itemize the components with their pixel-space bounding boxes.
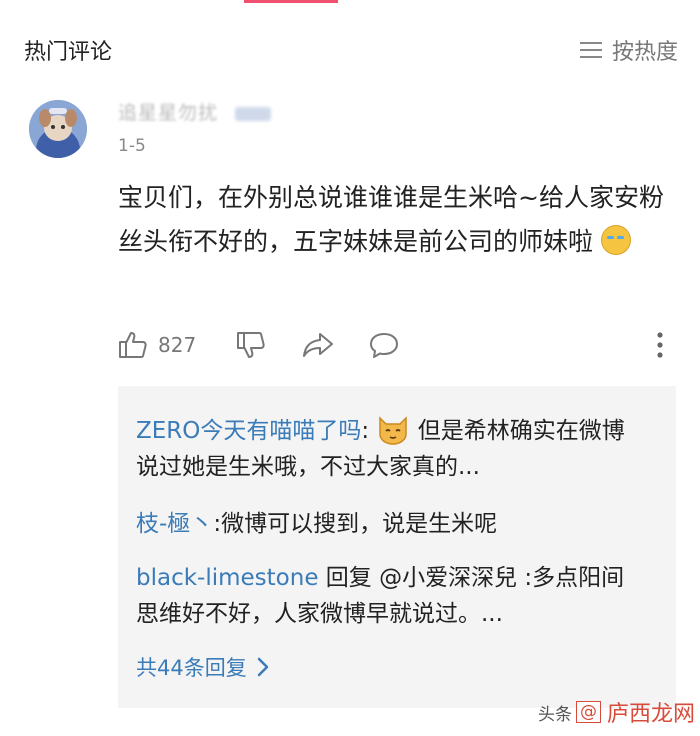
cat-emoji-icon bbox=[379, 416, 408, 445]
username[interactable]: 追星星勿扰 bbox=[118, 98, 272, 125]
level-badge bbox=[235, 106, 272, 121]
like-button[interactable]: 827 bbox=[118, 330, 196, 360]
comment-icon bbox=[370, 333, 399, 358]
reply-button[interactable] bbox=[368, 330, 400, 360]
hot-comments-header: 热门评论 按热度 bbox=[24, 30, 678, 70]
crying-laughing-emoji-icon bbox=[600, 225, 631, 255]
thumbs-down-icon bbox=[237, 332, 265, 358]
view-all-replies-link[interactable]: 共44条回复 bbox=[136, 652, 269, 682]
reply-item[interactable]: 枝-極丶:微博可以搜到，说是生米呢 bbox=[136, 506, 646, 542]
reply-text: 微博可以搜到，说是生米呢 bbox=[221, 511, 498, 537]
more-icon bbox=[657, 332, 663, 358]
comment-text: 宝贝们，在外别总说谁谁谁是生米哈~给人家安粉丝头衔不好的，五字妹妹是前公司的师妹… bbox=[118, 183, 664, 256]
share-button[interactable] bbox=[302, 330, 334, 360]
chevron-right-icon bbox=[257, 657, 268, 677]
like-count: 827 bbox=[158, 333, 197, 357]
reply-item[interactable]: ZERO今天有喵喵了吗: 但是希林确实在微博说过她是生米哦，不过大家真的... bbox=[136, 412, 646, 485]
reply-thread: ZERO今天有喵喵了吗: 但是希林确实在微博说过她是生米哦，不过大家真的... … bbox=[118, 386, 676, 708]
dislike-button[interactable] bbox=[236, 330, 266, 360]
comment-date: 1-5 bbox=[118, 136, 146, 156]
reply-item[interactable]: black-limestone 回复 @小爱深深兒 :多点阳间思维好不好，人家微… bbox=[136, 560, 646, 632]
reply-target: 回复 @小爱深深兒 : bbox=[318, 565, 533, 591]
avatar[interactable] bbox=[29, 100, 87, 158]
reply-author[interactable]: ZERO今天有喵喵了吗 bbox=[136, 418, 361, 444]
sort-label: 按热度 bbox=[611, 40, 678, 65]
reply-author[interactable]: black-limestone bbox=[136, 565, 318, 591]
comment-actions: 827 bbox=[118, 328, 678, 362]
thumbs-up-icon bbox=[119, 332, 147, 358]
section-title: 热门评论 bbox=[24, 40, 113, 65]
top-tab-indicator bbox=[244, 0, 338, 3]
reply-author[interactable]: 枝-極丶 bbox=[136, 511, 213, 537]
watermark: 头条 @ 庐西龙网 bbox=[538, 701, 696, 727]
sort-by-hot-button[interactable]: 按热度 bbox=[579, 34, 678, 66]
share-icon bbox=[303, 333, 334, 357]
more-options-button[interactable] bbox=[656, 331, 664, 359]
menu-lines-icon bbox=[579, 42, 602, 58]
